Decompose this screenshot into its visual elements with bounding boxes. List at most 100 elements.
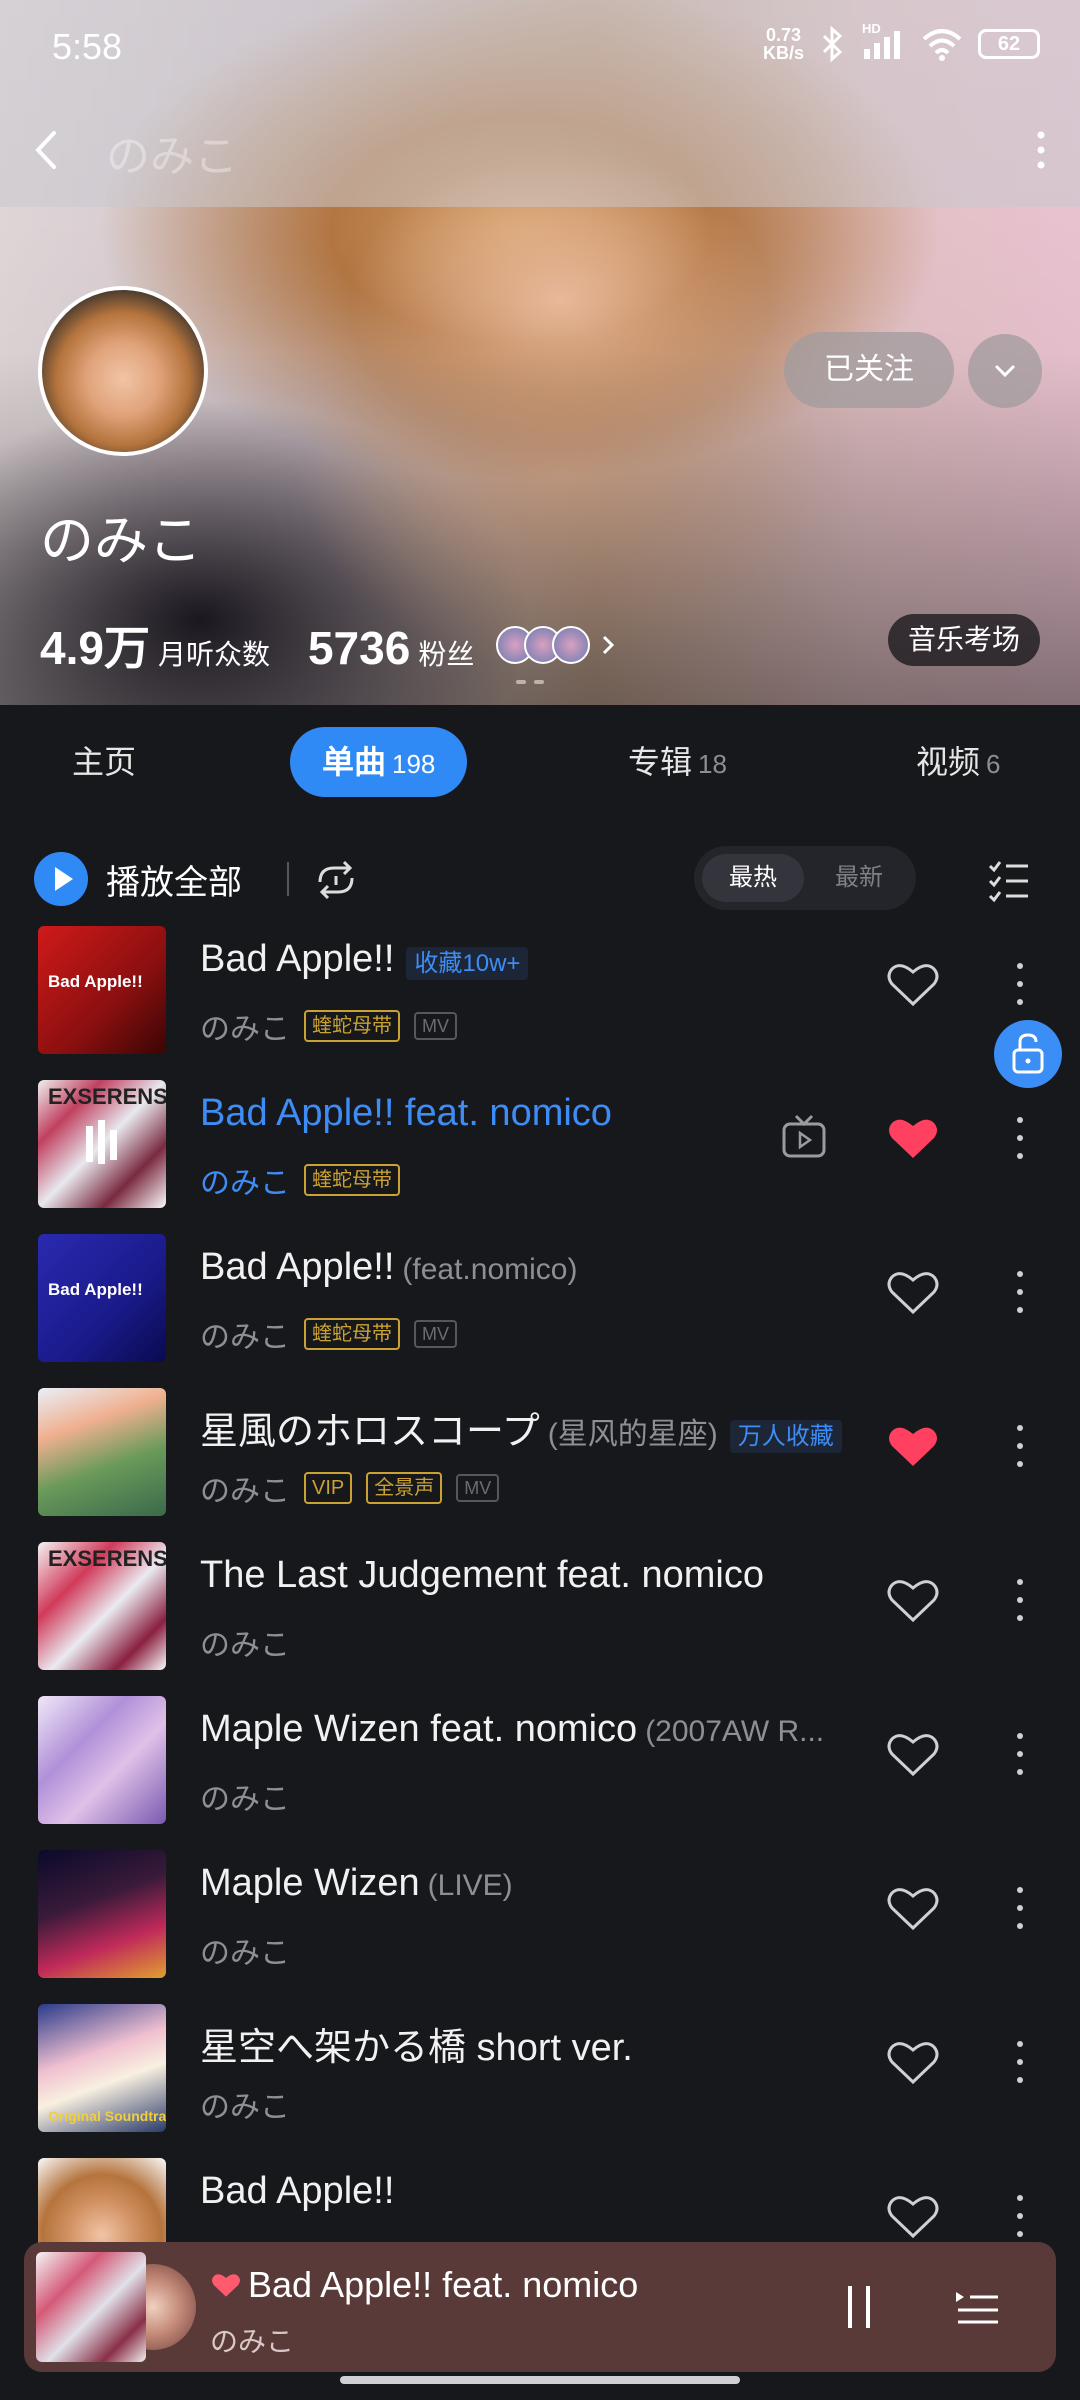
song-meta: のみこ 蝰蛇母带 MV: [200, 1004, 457, 1048]
tab-videos[interactable]: 视频 6: [916, 727, 1000, 797]
more-icon[interactable]: [1010, 1728, 1030, 1780]
playing-indicator-icon: [86, 1120, 117, 1164]
music-exam-button[interactable]: 音乐考场: [887, 614, 1040, 666]
more-icon[interactable]: [1010, 958, 1030, 1010]
quality-badge: 蝰蛇母带: [304, 1010, 400, 1042]
heart-filled-icon[interactable]: [886, 1114, 940, 1162]
heart-filled-icon[interactable]: [886, 1422, 940, 1470]
mv-badge[interactable]: MV: [456, 1474, 500, 1502]
mini-player-cover: [36, 2252, 146, 2362]
tab-singles[interactable]: 单曲 198: [290, 727, 468, 797]
wifi-icon: [922, 29, 962, 61]
heart-outline-icon[interactable]: [886, 1884, 940, 1932]
unlock-icon: [1012, 1033, 1044, 1074]
song-title: The Last Judgement feat. nomico: [200, 1554, 764, 1596]
battery-icon: 62: [978, 29, 1040, 59]
heart-outline-icon[interactable]: [886, 1576, 940, 1624]
more-icon[interactable]: [1010, 2190, 1030, 2242]
song-meta: のみこ: [200, 1937, 290, 1970]
status-bar: 5:58 0.73 KB/s HD 62: [0, 0, 1080, 100]
song-title: Maple Wizen feat. nomico (2007AW R...: [200, 1708, 825, 1750]
popularity-tag: 收藏10w+: [406, 947, 529, 981]
heart-outline-icon[interactable]: [886, 1268, 940, 1316]
vip-badge: VIP: [304, 1472, 353, 1504]
follow-dropdown-button[interactable]: [968, 334, 1042, 408]
tab-home[interactable]: 主页: [72, 727, 136, 797]
sort-hot-option[interactable]: 最热: [702, 854, 804, 902]
song-row[interactable]: EXSERENS The Last Judgement feat. nomico…: [0, 1528, 1080, 1682]
chevron-down-icon: [995, 365, 1015, 378]
home-indicator[interactable]: [340, 2376, 740, 2384]
more-icon[interactable]: [1010, 1420, 1030, 1472]
song-cover: Bad Apple!!: [38, 1234, 166, 1362]
pause-icon[interactable]: [842, 2282, 876, 2332]
popularity-tag: 万人收藏: [729, 1420, 842, 1454]
artist-stats: 4.9万 月听众数 5736 粉丝: [40, 612, 618, 678]
song-cover: Original Soundtracks: [38, 2004, 166, 2132]
tab-albums[interactable]: 专辑 18: [628, 727, 727, 797]
song-meta: のみこ 蝰蛇母带 MV: [200, 1312, 457, 1356]
divider: [287, 862, 289, 896]
sort-new-option[interactable]: 最新: [810, 854, 908, 902]
fans-label[interactable]: 粉丝: [418, 633, 474, 673]
song-meta: のみこ: [200, 1783, 290, 1816]
more-icon[interactable]: [1010, 1574, 1030, 1626]
play-all-button[interactable]: 播放全部: [34, 852, 242, 906]
more-icon[interactable]: [1026, 125, 1056, 175]
song-row[interactable]: Bad Apple!! Bad Apple!! (feat.nomico) のみこ…: [0, 1220, 1080, 1374]
heart-outline-icon[interactable]: [886, 2192, 940, 2240]
play-icon: [34, 852, 88, 906]
song-title: 星風のホロスコープ (星风的星座) 万人收藏: [200, 1400, 842, 1455]
quality-badge: 全景声: [366, 1472, 443, 1504]
song-title: Maple Wizen (LIVE): [200, 1862, 513, 1904]
lock-button[interactable]: [994, 1020, 1062, 1088]
song-cover: EXSERENS: [38, 1080, 166, 1208]
page-title: のみこ: [106, 132, 238, 181]
tv-icon[interactable]: [780, 1114, 828, 1160]
more-icon[interactable]: [1010, 2036, 1030, 2088]
mini-player[interactable]: Bad Apple!! feat. nomico のみこ: [24, 2242, 1056, 2372]
song-row[interactable]: 星風のホロスコープ (星风的星座) 万人收藏 のみこ VIP 全景声 MV: [0, 1374, 1080, 1528]
song-row[interactable]: Maple Wizen (LIVE) のみこ: [0, 1836, 1080, 1990]
signal-icon: HD: [862, 21, 906, 61]
song-cover: EXSERENS: [38, 1542, 166, 1670]
more-icon[interactable]: [1010, 1266, 1030, 1318]
playlist-icon[interactable]: [952, 2282, 1002, 2332]
follow-button[interactable]: 已关注: [784, 332, 954, 408]
sort-toggle: 最热 最新: [694, 846, 916, 910]
carousel-dots: [516, 680, 544, 684]
heart-filled-icon[interactable]: [210, 2271, 242, 2299]
more-icon[interactable]: [1010, 1882, 1030, 1934]
net-speed: 0.73 KB/s: [762, 25, 804, 63]
mini-player-artist: のみこ: [210, 2326, 295, 2357]
heart-outline-icon[interactable]: [886, 1730, 940, 1778]
song-title: Bad Apple!! (feat.nomico): [200, 1246, 578, 1288]
song-title: Bad Apple!! 收藏10w+: [200, 938, 529, 981]
fans-count[interactable]: 5736: [308, 621, 410, 675]
quality-badge: 蝰蛇母带: [304, 1164, 400, 1196]
listeners-count: 4.9万: [40, 622, 150, 674]
song-title: Bad Apple!!: [200, 2170, 395, 2212]
mv-badge[interactable]: MV: [414, 1320, 457, 1348]
song-meta: のみこ 蝰蛇母带: [200, 1158, 400, 1202]
avatar[interactable]: [38, 286, 208, 456]
back-icon[interactable]: [26, 125, 66, 175]
song-row[interactable]: EXSERENS Bad Apple!! feat. nomico のみこ 蝰蛇母…: [0, 1066, 1080, 1220]
fan-avatar: [552, 626, 591, 664]
song-row[interactable]: Maple Wizen feat. nomico (2007AW R... のみこ: [0, 1682, 1080, 1836]
play-mode-icon[interactable]: [310, 856, 362, 902]
song-row[interactable]: Bad Apple!! Bad Apple!! 收藏10w+ のみこ 蝰蛇母带 MV: [0, 912, 1080, 1066]
mini-player-title-row: Bad Apple!! feat. nomico: [210, 2264, 638, 2306]
heart-outline-icon[interactable]: [886, 960, 940, 1008]
chevron-right-icon[interactable]: [598, 630, 618, 660]
heart-outline-icon[interactable]: [886, 2038, 940, 2086]
song-row[interactable]: Original Soundtracks 星空へ架かる橋 short ver. …: [0, 1990, 1080, 2144]
more-icon[interactable]: [1010, 1112, 1030, 1164]
song-cover: [38, 1388, 166, 1516]
bluetooth-icon: [822, 26, 843, 62]
status-icons: 0.73 KB/s HD 62: [762, 21, 1040, 63]
mv-badge[interactable]: MV: [414, 1012, 457, 1040]
fan-avatars[interactable]: [496, 626, 591, 664]
song-cover: [38, 1850, 166, 1978]
multi-select-icon[interactable]: [984, 854, 1034, 904]
